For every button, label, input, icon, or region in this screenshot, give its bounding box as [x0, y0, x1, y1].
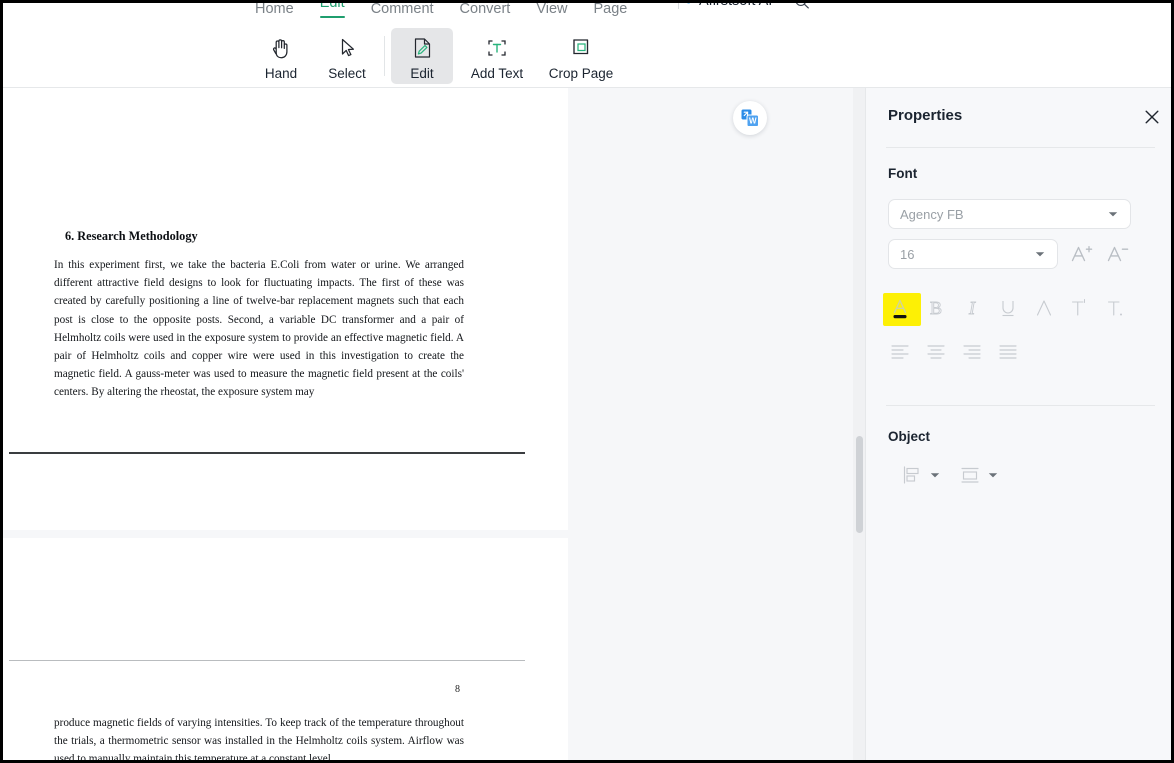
font-size-select[interactable]: 16	[888, 239, 1058, 269]
page1-rule	[9, 452, 525, 454]
ribbon-tabbar: Home Edit Comment Convert View Page Afir…	[3, 0, 1171, 23]
document-page-2[interactable]: 8 produce magnetic fields of varying int…	[3, 538, 568, 763]
tab-edit[interactable]: Edit	[320, 3, 345, 21]
align-right-icon[interactable]	[959, 338, 985, 364]
svg-text:B: B	[930, 298, 942, 318]
chevron-down-icon	[1035, 251, 1045, 256]
document-page-1[interactable]: 6. Research Methodology In this experime…	[3, 88, 568, 530]
close-icon[interactable]	[1143, 108, 1161, 126]
tool-edit-label: Edit	[410, 66, 434, 81]
convert-to-word-button[interactable]: W	[733, 101, 767, 135]
underline-icon[interactable]	[995, 295, 1021, 321]
tool-crop-page[interactable]: Crop Page	[541, 28, 621, 84]
increase-font-size-icon[interactable]	[1069, 241, 1095, 267]
align-left-icon[interactable]	[887, 338, 913, 364]
hand-icon	[268, 33, 294, 63]
search-icon[interactable]	[793, 0, 811, 11]
font-size-value: 16	[900, 246, 915, 262]
page1-heading: 6. Research Methodology	[65, 229, 198, 243]
afirstsoft-ai-label: Afirstsoft AI	[699, 0, 773, 9]
bold-icon[interactable]: B	[923, 295, 949, 321]
distribute-objects-chevron-down-icon[interactable]	[988, 472, 998, 479]
properties-title: Properties	[888, 107, 963, 124]
tool-edit[interactable]: Edit	[391, 28, 453, 84]
edit-toolbar: Hand Select Edit Add Text Crop Page	[3, 25, 1171, 87]
sparkle-icon	[687, 3, 690, 4]
page2-number: 8	[455, 684, 460, 695]
app-window: Home Edit Comment Convert View Page Afir…	[0, 0, 1174, 763]
properties-divider	[886, 147, 1155, 148]
document-viewer[interactable]: 6. Research Methodology In this experime…	[3, 88, 865, 763]
strikethrough-icon[interactable]	[1031, 295, 1057, 321]
tool-add-text[interactable]: Add Text	[457, 28, 537, 84]
subscript-icon[interactable]	[1103, 295, 1129, 321]
chevron-down-icon	[1108, 211, 1118, 216]
tab-convert[interactable]: Convert	[460, 3, 511, 21]
tool-add-text-label: Add Text	[470, 66, 524, 81]
font-section-label: Font	[888, 166, 918, 181]
edit-document-icon	[409, 33, 435, 63]
tool-hand[interactable]: Hand	[250, 28, 312, 84]
document-scrollbar-thumb[interactable]	[856, 436, 863, 533]
afirstsoft-ai-button[interactable]: Afirstsoft AI	[677, 0, 773, 9]
align-justify-icon[interactable]	[995, 338, 1021, 364]
tab-comment[interactable]: Comment	[371, 3, 434, 21]
tool-select[interactable]: Select	[316, 28, 378, 84]
font-color-icon[interactable]	[883, 293, 921, 326]
decrease-font-size-icon[interactable]	[1105, 241, 1131, 267]
font-family-select[interactable]: Agency FB	[888, 199, 1131, 229]
align-objects-icon[interactable]	[900, 463, 924, 487]
object-section-label: Object	[888, 429, 931, 444]
superscript-icon[interactable]	[1067, 295, 1093, 321]
crop-page-icon	[568, 33, 594, 63]
page2-paragraph: produce magnetic fields of varying inten…	[54, 717, 464, 763]
convert-to-word-icon: W	[741, 109, 759, 127]
toolbar-separator	[384, 36, 385, 76]
align-objects-chevron-down-icon[interactable]	[930, 472, 940, 479]
svg-text:W: W	[749, 116, 757, 125]
add-text-icon	[484, 33, 510, 63]
document-scrollbar[interactable]	[853, 88, 865, 760]
tab-view[interactable]: View	[536, 3, 567, 21]
tab-page[interactable]: Page	[594, 3, 628, 21]
page1-paragraph: In this experiment first, we take the ba…	[54, 259, 464, 399]
page2-rule	[9, 660, 525, 661]
tab-home[interactable]: Home	[255, 3, 294, 21]
font-family-value: Agency FB	[900, 206, 964, 222]
tool-select-label: Select	[328, 66, 366, 81]
ribbon-tabs: Home Edit Comment Convert View Page	[255, 3, 628, 21]
properties-divider-2	[886, 405, 1155, 406]
svg-text:I: I	[968, 298, 976, 318]
tool-hand-label: Hand	[264, 66, 298, 81]
toolbar-button-group: Hand Select Edit Add Text Crop Page	[250, 25, 625, 87]
italic-icon[interactable]: I	[959, 295, 985, 321]
cursor-arrow-icon	[334, 33, 360, 63]
tool-crop-page-label: Crop Page	[548, 66, 614, 81]
align-center-icon[interactable]	[923, 338, 949, 364]
distribute-objects-icon[interactable]	[958, 463, 982, 487]
properties-panel: Properties Font Agency FB 16 B I Object	[865, 88, 1171, 760]
